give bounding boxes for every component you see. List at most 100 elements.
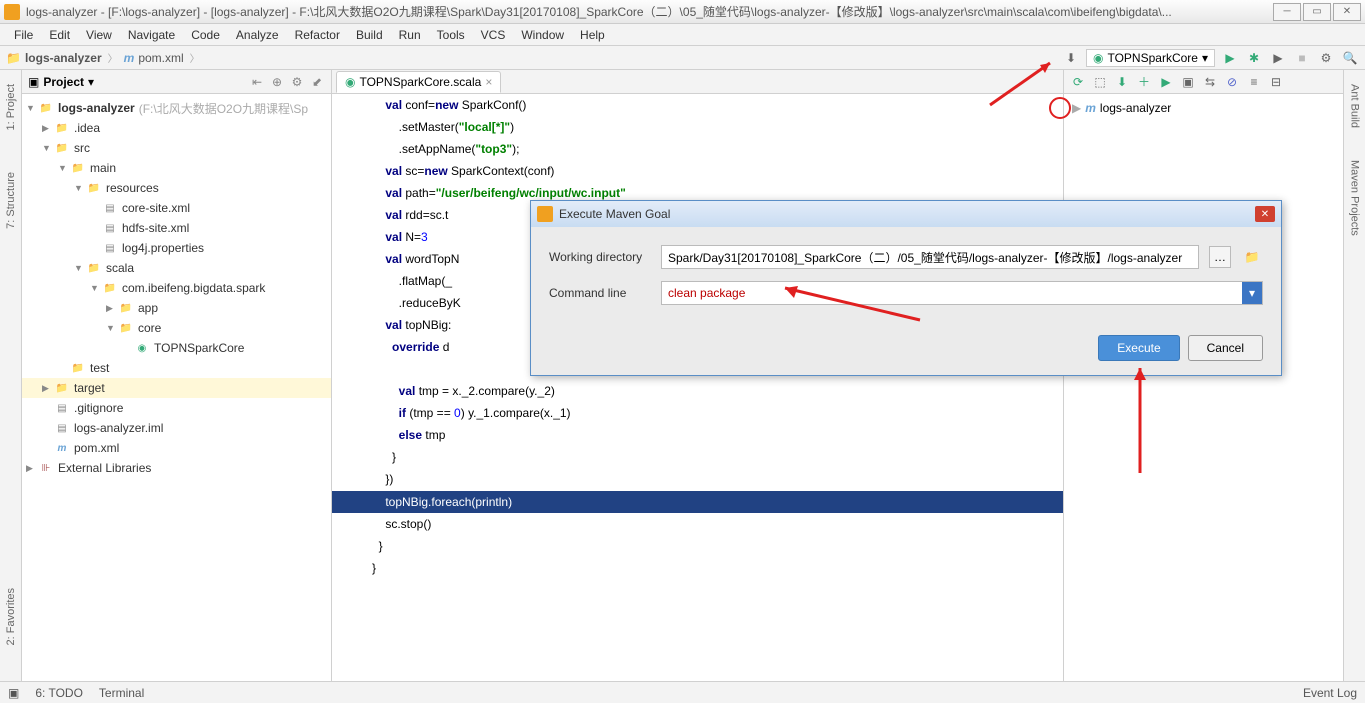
chevron-icon xyxy=(106,50,120,65)
tree-arrow-icon[interactable]: ▼ xyxy=(58,163,70,173)
tree-item[interactable]: ▼📁resources xyxy=(22,178,331,198)
command-line-input[interactable] xyxy=(662,282,1242,304)
tree-arrow-icon[interactable]: ▶ xyxy=(106,303,118,314)
menubar: File Edit View Navigate Code Analyze Ref… xyxy=(0,24,1365,46)
tree-item[interactable]: ▤core-site.xml xyxy=(22,198,331,218)
skip-tests-icon[interactable]: ⊘ xyxy=(1222,72,1242,92)
chevron-down-icon[interactable]: ▾ xyxy=(88,75,94,89)
tree-arrow-icon[interactable]: ▼ xyxy=(74,183,86,193)
browse-button[interactable]: … xyxy=(1209,246,1231,268)
cancel-button[interactable]: Cancel xyxy=(1188,335,1263,361)
breadcrumb-project[interactable]: logs-analyzer xyxy=(25,51,102,65)
coverage-icon[interactable]: ▶ xyxy=(1269,49,1287,67)
refresh-icon[interactable]: ⟳ xyxy=(1068,72,1088,92)
tree-item[interactable]: ▶📁.idea xyxy=(22,118,331,138)
download-icon[interactable]: ⬇ xyxy=(1112,72,1132,92)
tree-item[interactable]: 📁test xyxy=(22,358,331,378)
tree-item[interactable]: ▤logs-analyzer.iml xyxy=(22,418,331,438)
tree-item[interactable]: ▤log4j.properties xyxy=(22,238,331,258)
menu-edit[interactable]: Edit xyxy=(41,26,78,44)
generate-icon[interactable]: ⬚ xyxy=(1090,72,1110,92)
project-tree[interactable]: ▼ 📁 logs-analyzer (F:\北风大数据O2O九期课程\Sp ▶📁… xyxy=(22,94,331,681)
execute-button[interactable]: Execute xyxy=(1098,335,1179,361)
breadcrumb-file[interactable]: pom.xml xyxy=(138,51,183,65)
target-icon[interactable]: ⊕ xyxy=(269,74,285,90)
menu-refactor[interactable]: Refactor xyxy=(287,26,348,44)
close-icon[interactable]: ✕ xyxy=(1255,206,1275,222)
tree-item[interactable]: ▤hdfs-site.xml xyxy=(22,218,331,238)
tab-favorites[interactable]: 2: Favorites xyxy=(5,582,17,651)
tab-ant[interactable]: Ant Build xyxy=(1349,78,1361,134)
menu-help[interactable]: Help xyxy=(572,26,613,44)
file-icon: ▤ xyxy=(54,421,70,435)
tree-item[interactable]: ▤.gitignore xyxy=(22,398,331,418)
make-icon[interactable]: ⬇ xyxy=(1062,49,1080,67)
tree-arrow-icon[interactable]: ▼ xyxy=(106,323,118,333)
tree-item[interactable]: mpom.xml xyxy=(22,438,331,458)
settings-icon[interactable]: ⚙ xyxy=(1317,49,1335,67)
collapse-all-icon[interactable]: ⊟ xyxy=(1266,72,1286,92)
maven-module-icon: m xyxy=(1085,101,1096,115)
menu-tools[interactable]: Tools xyxy=(429,26,473,44)
gear-icon[interactable]: ⚙ xyxy=(289,74,305,90)
menu-run[interactable]: Run xyxy=(391,26,429,44)
working-directory-input[interactable] xyxy=(661,245,1199,269)
maven-root[interactable]: ▶ m logs-analyzer xyxy=(1068,98,1339,118)
tree-item[interactable]: ◉TOPNSparkCore xyxy=(22,338,331,358)
search-icon[interactable]: 🔍 xyxy=(1341,49,1359,67)
add-icon[interactable]: ＋ xyxy=(1134,72,1154,92)
run-config-dropdown[interactable]: ◉ TOPNSparkCore ▾ xyxy=(1086,49,1215,67)
tree-item[interactable]: ▼📁scala xyxy=(22,258,331,278)
tree-item[interactable]: ▼📁com.ibeifeng.bigdata.spark xyxy=(22,278,331,298)
menu-file[interactable]: File xyxy=(6,26,41,44)
tab-project[interactable]: 1: Project xyxy=(5,78,17,136)
tree-ext-lib[interactable]: ▶ ⊪ External Libraries xyxy=(22,458,331,478)
toggle-offline-icon[interactable]: ⇆ xyxy=(1200,72,1220,92)
close-button[interactable]: ✕ xyxy=(1333,3,1361,21)
tree-arrow-icon[interactable]: ▼ xyxy=(74,263,86,273)
maximize-button[interactable]: ▭ xyxy=(1303,3,1331,21)
tree-item-label: log4j.properties xyxy=(122,241,204,255)
working-directory-label: Working directory xyxy=(549,250,651,264)
close-icon[interactable]: × xyxy=(485,75,492,89)
tree-root[interactable]: ▼ 📁 logs-analyzer (F:\北风大数据O2O九期课程\Sp xyxy=(22,98,331,118)
tree-item[interactable]: ▼📁src xyxy=(22,138,331,158)
dialog-titlebar[interactable]: Execute Maven Goal ✕ xyxy=(531,201,1281,227)
status-terminal[interactable]: Terminal xyxy=(99,686,144,700)
code-editor[interactable]: val conf=new SparkConf() .setMaster("loc… xyxy=(332,94,1063,681)
menu-view[interactable]: View xyxy=(78,26,120,44)
collapse-icon[interactable]: ⇤ xyxy=(249,74,265,90)
menu-analyze[interactable]: Analyze xyxy=(228,26,287,44)
run-maven-icon[interactable]: ▶ xyxy=(1156,72,1176,92)
tree-item[interactable]: ▶📁app xyxy=(22,298,331,318)
chevron-down-icon[interactable]: ▾ xyxy=(1242,282,1262,304)
status-eventlog[interactable]: Event Log xyxy=(1303,686,1357,700)
tree-item[interactable]: ▼📁core xyxy=(22,318,331,338)
status-square-icon[interactable]: ▣ xyxy=(8,686,19,700)
debug-icon[interactable]: ✱ xyxy=(1245,49,1263,67)
status-todo[interactable]: 6: TODO xyxy=(35,686,83,700)
menu-build[interactable]: Build xyxy=(348,26,391,44)
menu-navigate[interactable]: Navigate xyxy=(120,26,183,44)
tree-item[interactable]: ▼📁main xyxy=(22,158,331,178)
menu-window[interactable]: Window xyxy=(513,26,572,44)
tab-file[interactable]: ◉ TOPNSparkCore.scala × xyxy=(336,71,501,93)
execute-goal-icon[interactable]: ▣ xyxy=(1178,72,1198,92)
tree-arrow-icon[interactable]: ▼ xyxy=(90,283,102,293)
stop-icon[interactable]: ■ xyxy=(1293,49,1311,67)
tree-arrow-icon[interactable]: ▶ xyxy=(42,383,54,394)
tab-structure[interactable]: 7: Structure xyxy=(5,166,17,235)
folder-icon: 📁 xyxy=(86,261,102,275)
run-icon[interactable]: ▶ xyxy=(1221,49,1239,67)
tree-item[interactable]: ▶📁target xyxy=(22,378,331,398)
menu-vcs[interactable]: VCS xyxy=(473,26,514,44)
tree-item-label: TOPNSparkCore xyxy=(154,341,244,355)
minimize-button[interactable]: ─ xyxy=(1273,3,1301,21)
tree-arrow-icon[interactable]: ▶ xyxy=(42,123,54,134)
menu-code[interactable]: Code xyxy=(183,26,228,44)
tree-arrow-icon[interactable]: ▼ xyxy=(42,143,54,153)
tab-maven[interactable]: Maven Projects xyxy=(1349,154,1361,242)
history-button[interactable]: 📁 xyxy=(1241,246,1263,268)
hide-icon[interactable]: ⬋ xyxy=(309,74,325,90)
show-deps-icon[interactable]: ≡ xyxy=(1244,72,1264,92)
